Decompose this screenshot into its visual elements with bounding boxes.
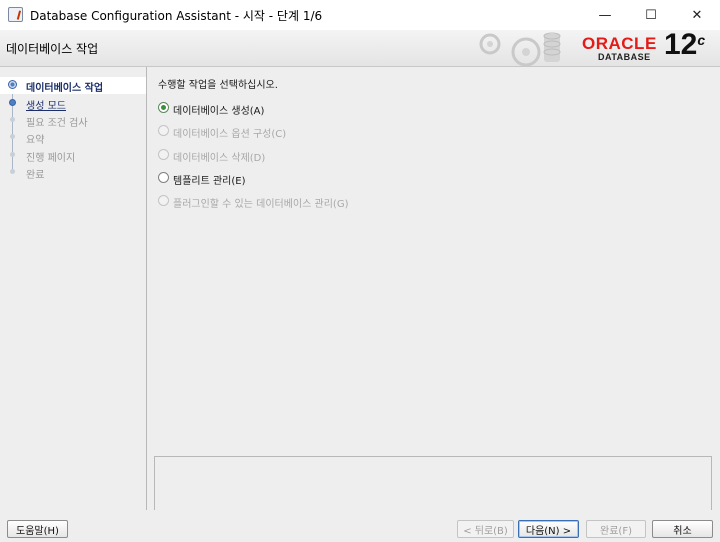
close-button[interactable]: ✕ bbox=[674, 0, 720, 30]
main-body: 데이터베이스 작업 생성 모드 필요 조건 검사 요약 진행 페이지 완료 수행… bbox=[0, 67, 720, 511]
option-delete-database: 데이터베이스 삭제(D) bbox=[158, 146, 458, 164]
option-manage-templates[interactable]: 템플리트 관리(E) bbox=[158, 169, 458, 187]
back-button: < 뒤로(B) bbox=[457, 520, 514, 538]
option-manage-pluggable-databases: 플러그인할 수 있는 데이터베이스 관리(G) bbox=[158, 192, 458, 210]
option-label: 데이터베이스 생성(A) bbox=[173, 106, 265, 117]
version-badge: 12c bbox=[664, 28, 705, 62]
version-number: 12 bbox=[664, 28, 698, 61]
radio-disabled-icon bbox=[158, 195, 169, 206]
step-creation-mode[interactable]: 생성 모드 bbox=[0, 95, 146, 112]
step-label: 생성 모드 bbox=[26, 101, 66, 112]
minimize-icon: — bbox=[598, 7, 612, 23]
radio-disabled-icon bbox=[158, 125, 169, 136]
brand-name: ORACLE bbox=[582, 34, 657, 53]
maximize-button[interactable]: ☐ bbox=[628, 0, 674, 30]
step-indicator-icon bbox=[10, 169, 15, 174]
step-label: 요약 bbox=[26, 135, 45, 146]
option-label: 데이터베이스 옵션 구성(C) bbox=[173, 129, 287, 140]
step-summary: 요약 bbox=[0, 129, 146, 146]
button-bar: 도움말(H) < 뒤로(B) 다음(N) > 완료(F) 취소 bbox=[0, 510, 720, 542]
option-label: 데이터베이스 삭제(D) bbox=[173, 153, 266, 164]
step-label: 데이터베이스 작업 bbox=[26, 83, 104, 94]
version-suffix: c bbox=[697, 32, 706, 48]
step-indicator-icon bbox=[10, 152, 15, 157]
close-icon: ✕ bbox=[691, 7, 703, 23]
option-configure-database-options: 데이터베이스 옵션 구성(C) bbox=[158, 122, 458, 140]
step-prerequisite-checks: 필요 조건 검사 bbox=[0, 112, 146, 129]
step-indicator-icon bbox=[10, 117, 15, 122]
option-create-database[interactable]: 데이터베이스 생성(A) bbox=[158, 99, 458, 117]
message-pane bbox=[154, 456, 712, 511]
radio-disabled-icon bbox=[158, 149, 169, 160]
radio-unselected-icon bbox=[158, 172, 169, 183]
option-label: 템플리트 관리(E) bbox=[173, 176, 246, 187]
window-title: Database Configuration Assistant - 시작 - … bbox=[30, 9, 323, 23]
step-finish: 완료 bbox=[0, 164, 146, 181]
minimize-button[interactable]: — bbox=[582, 0, 628, 30]
step-indicator-icon bbox=[8, 80, 17, 89]
finish-button: 완료(F) bbox=[586, 520, 646, 538]
help-button[interactable]: 도움말(H) bbox=[7, 520, 68, 538]
header-banner: 데이터베이스 작업 ORACLE DATABASE 12c bbox=[0, 28, 720, 67]
oracle-logo: ORACLE DATABASE bbox=[582, 34, 662, 64]
step-database-operation[interactable]: 데이터베이스 작업 bbox=[0, 77, 146, 94]
step-label: 필요 조건 검사 bbox=[26, 118, 88, 129]
step-label: 진행 페이지 bbox=[26, 153, 76, 164]
content-panel: 수행할 작업을 선택하십시오. 데이터베이스 생성(A) 데이터베이스 옵션 구… bbox=[148, 67, 720, 511]
next-button[interactable]: 다음(N) > bbox=[518, 520, 579, 538]
option-label: 플러그인할 수 있는 데이터베이스 관리(G) bbox=[173, 199, 349, 210]
brand-sub: DATABASE bbox=[598, 52, 651, 62]
instruction-text: 수행할 작업을 선택하십시오. bbox=[158, 80, 278, 91]
step-progress-page: 진행 페이지 bbox=[0, 147, 146, 164]
step-indicator-icon bbox=[9, 99, 16, 106]
maximize-icon: ☐ bbox=[645, 7, 657, 23]
step-label: 완료 bbox=[26, 170, 45, 181]
cancel-button[interactable]: 취소 bbox=[652, 520, 713, 538]
title-bar: Database Configuration Assistant - 시작 - … bbox=[0, 0, 720, 30]
step-indicator-icon bbox=[10, 134, 15, 139]
gears-decoration-icon bbox=[479, 32, 561, 66]
java-app-icon bbox=[8, 7, 23, 22]
radio-selected-icon bbox=[158, 102, 169, 113]
step-navigator: 데이터베이스 작업 생성 모드 필요 조건 검사 요약 진행 페이지 완료 bbox=[0, 67, 147, 510]
page-title: 데이터베이스 작업 bbox=[6, 42, 99, 56]
